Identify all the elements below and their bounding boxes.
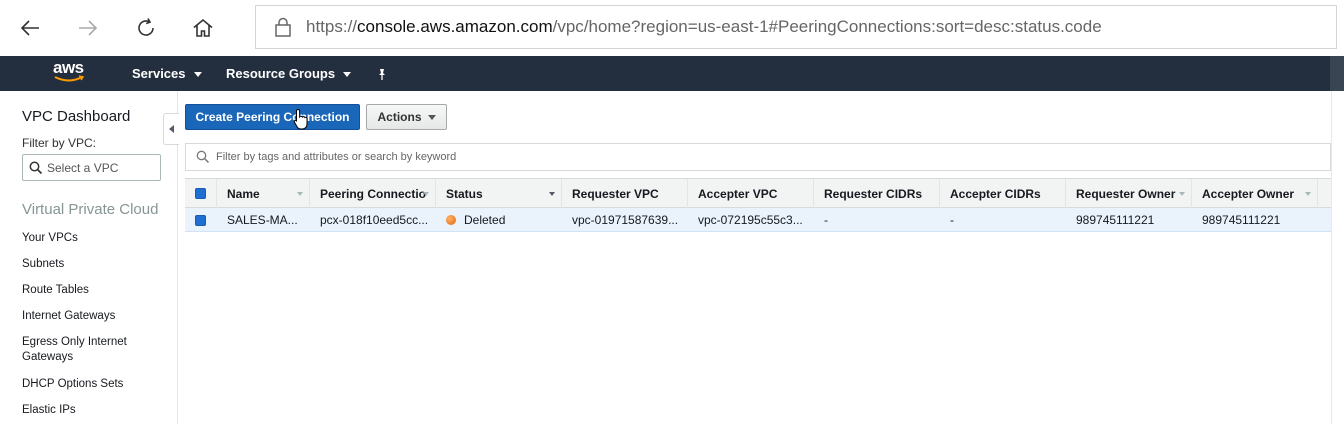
column-header-name[interactable]: Name	[217, 179, 310, 208]
column-header-accepter-cidrs[interactable]: Accepter CIDRs	[940, 179, 1066, 208]
sort-icon[interactable]	[423, 192, 429, 196]
hand-cursor-icon	[293, 108, 308, 130]
column-header-requester-owner[interactable]: Requester Owner	[1066, 179, 1192, 208]
table-header: Name Peering Connectio Status Requester …	[185, 178, 1331, 208]
search-icon	[29, 161, 43, 174]
column-header-requester-cidrs[interactable]: Requester CIDRs	[814, 179, 940, 208]
select-all-checkbox[interactable]	[195, 188, 206, 199]
cell-status: Deleted	[436, 208, 562, 232]
cell-name: SALES-MA...	[227, 213, 298, 227]
sidebar-collapse-button[interactable]	[163, 113, 179, 145]
create-peering-connection-button[interactable]: Create Peering Connection	[185, 104, 360, 130]
sidebar-item-your-vpcs[interactable]: Your VPCs	[22, 231, 152, 246]
sidebar-item-route-tables[interactable]: Route Tables	[22, 283, 152, 298]
sidebar-item-elastic-ips[interactable]: Elastic IPs	[22, 403, 152, 418]
select-all-checkbox-cell[interactable]	[185, 179, 217, 208]
sort-icon[interactable]	[297, 192, 303, 196]
actions-label: Actions	[377, 110, 422, 124]
resource-groups-label: Resource Groups	[226, 66, 336, 81]
cell-accepter-owner: 989745111221	[1202, 213, 1281, 227]
content-divider	[1331, 91, 1332, 424]
browser-toolbar: https://console.aws.amazon.com/vpc/home?…	[0, 0, 1344, 56]
forward-icon[interactable]	[70, 10, 106, 46]
home-icon[interactable]	[185, 10, 221, 46]
column-header-requester-vpc[interactable]: Requester VPC	[562, 179, 688, 208]
sidebar-item-dhcp-options[interactable]: DHCP Options Sets	[22, 377, 152, 392]
column-header-status[interactable]: Status	[436, 179, 562, 208]
aws-logo[interactable]: aws	[52, 58, 88, 88]
column-header-accepter-owner[interactable]: Accepter Owner	[1192, 179, 1318, 208]
column-header-accepter-vpc[interactable]: Accepter VPC	[688, 179, 814, 208]
sort-icon[interactable]	[1179, 192, 1185, 196]
back-icon[interactable]	[12, 10, 48, 46]
row-checkbox[interactable]	[195, 214, 206, 226]
search-icon	[196, 150, 210, 164]
scrollbar[interactable]	[1330, 56, 1344, 91]
pin-icon[interactable]	[376, 68, 388, 80]
vpc-select-placeholder: Select a VPC	[47, 160, 119, 175]
filter-placeholder: Filter by tags and attributes or search …	[216, 151, 457, 163]
cell-requester-cidrs: -	[824, 213, 828, 227]
sidebar-title[interactable]: VPC Dashboard	[22, 108, 130, 125]
cell-peering-connection: pcx-018f10eed5cc...	[320, 213, 429, 227]
sort-icon[interactable]	[1305, 192, 1311, 196]
services-menu[interactable]: Services	[132, 66, 202, 81]
cell-requester-owner: 989745111221	[1076, 213, 1155, 227]
chevron-left-icon	[169, 125, 174, 133]
column-header-peering-connection[interactable]: Peering Connectio	[310, 179, 436, 208]
peering-connections-table: Name Peering Connectio Status Requester …	[185, 178, 1331, 232]
aws-nav-bar: aws Services Resource Groups	[0, 56, 1344, 91]
status-deleted-icon	[446, 215, 456, 225]
cell-accepter-cidrs: -	[950, 213, 954, 227]
resource-groups-menu[interactable]: Resource Groups	[226, 66, 352, 81]
sidebar: VPC Dashboard Filter by VPC: Select a VP…	[0, 91, 178, 424]
filter-search-input[interactable]: Filter by tags and attributes or search …	[185, 143, 1331, 171]
vpc-select[interactable]: Select a VPC	[22, 154, 161, 181]
chevron-down-icon	[427, 114, 436, 120]
status-text: Deleted	[464, 213, 506, 227]
address-bar[interactable]: https://console.aws.amazon.com/vpc/home?…	[255, 5, 1337, 49]
sidebar-item-subnets[interactable]: Subnets	[22, 257, 152, 272]
url-text: https://console.aws.amazon.com/vpc/home?…	[306, 17, 1102, 36]
row-checkbox-cell[interactable]	[185, 208, 217, 232]
refresh-icon[interactable]	[128, 10, 164, 46]
cell-accepter-vpc: vpc-072195c55c3...	[698, 213, 803, 227]
cell-requester-vpc: vpc-01971587639...	[572, 213, 679, 227]
sidebar-item-internet-gateways[interactable]: Internet Gateways	[22, 309, 152, 324]
lock-icon	[275, 17, 291, 37]
table-row[interactable]: SALES-MA... pcx-018f10eed5cc... Deleted …	[185, 208, 1331, 232]
chevron-down-icon	[343, 72, 352, 77]
filter-by-vpc-label: Filter by VPC:	[22, 136, 97, 150]
sort-desc-icon[interactable]	[549, 192, 555, 196]
services-label: Services	[132, 66, 186, 81]
chevron-down-icon	[193, 72, 202, 77]
sidebar-item-egress-only-gateways[interactable]: Egress Only Internet Gateways	[22, 335, 142, 365]
section-virtual-private-cloud: Virtual Private Cloud	[22, 201, 159, 218]
actions-button[interactable]: Actions	[366, 104, 447, 130]
